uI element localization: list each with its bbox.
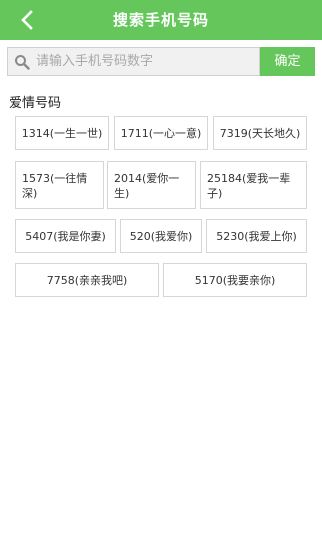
number-button-5230[interactable]: 5230(我爱上你): [206, 219, 307, 253]
number-button-1314[interactable]: 1314(一生一世): [15, 116, 109, 150]
search-input[interactable]: [36, 48, 256, 75]
number-button-25184[interactable]: 25184(爱我一辈子): [200, 161, 307, 209]
app-screen: 搜索手机号码 确定 爱情号码 1314(一生一世) 1711(一心一意) 731…: [0, 0, 322, 550]
number-button-5170[interactable]: 5170(我要亲你): [163, 263, 307, 297]
number-button-7319[interactable]: 7319(天长地久): [213, 116, 307, 150]
number-button-7758[interactable]: 7758(亲亲我吧): [15, 263, 159, 297]
confirm-button[interactable]: 确定: [260, 47, 315, 76]
number-button-1573[interactable]: 1573(一往情深): [15, 161, 104, 209]
section-title: 爱情号码: [9, 96, 62, 111]
number-button-2014[interactable]: 2014(爱你一生): [107, 161, 196, 209]
number-button-5407[interactable]: 5407(我是你妻): [15, 219, 116, 253]
page-title: 搜索手机号码: [112, 11, 209, 29]
search-icon: [15, 55, 30, 70]
title-bar: 搜索手机号码: [0, 0, 322, 40]
number-button-1711[interactable]: 1711(一心一意): [114, 116, 208, 150]
number-button-520[interactable]: 520(我爱你): [120, 219, 202, 253]
search-box[interactable]: [7, 47, 260, 76]
